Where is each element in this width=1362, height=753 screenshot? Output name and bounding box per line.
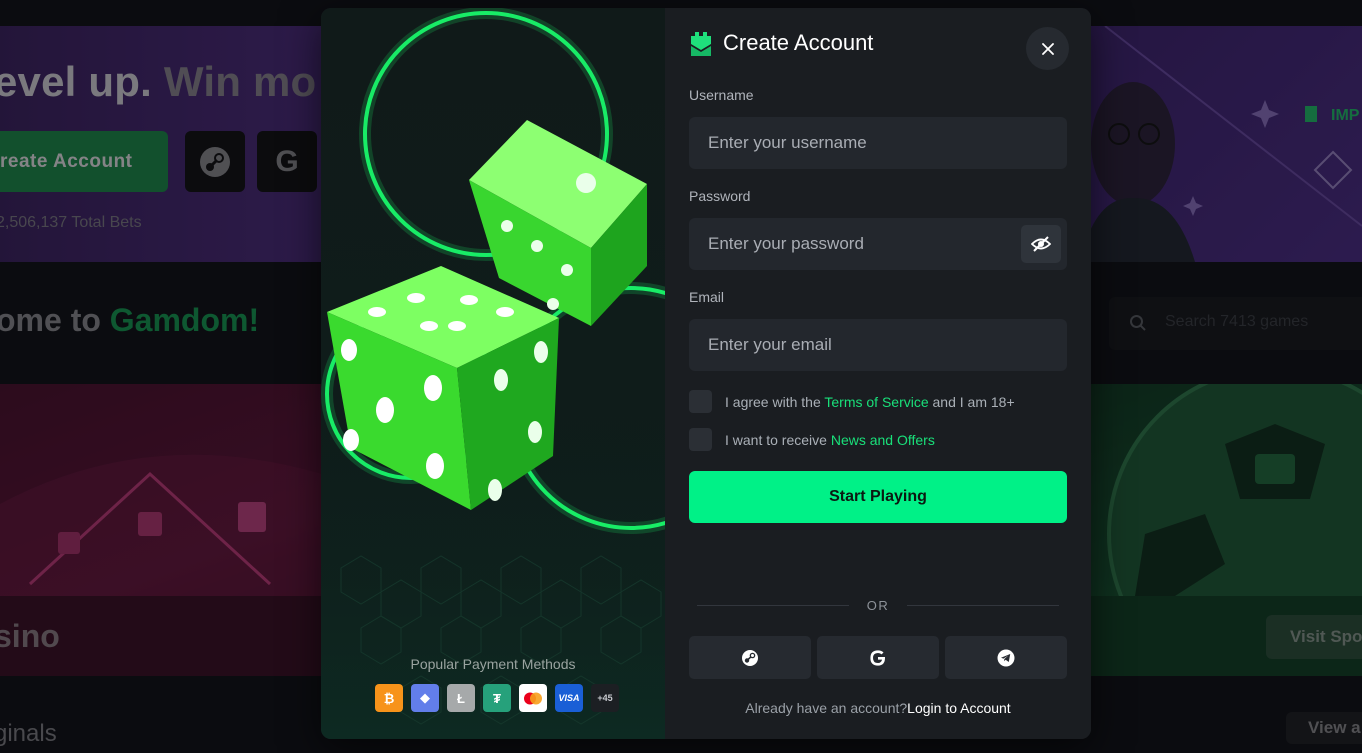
news-prefix: I want to receive xyxy=(725,431,827,448)
create-account-modal: Popular Payment Methods ₿ ◆ Ł ₮ VISA +45 Crea… xyxy=(321,8,1091,739)
google-login-button[interactable] xyxy=(817,636,939,679)
dice-illustration xyxy=(321,8,665,739)
close-icon xyxy=(1041,42,1054,55)
eye-slash-icon xyxy=(1031,236,1051,252)
telegram-login-button[interactable] xyxy=(945,636,1067,679)
divider-line-left xyxy=(697,605,849,606)
terms-prefix: I agree with the xyxy=(725,393,821,410)
signup-form: Create Account Username Password xyxy=(665,8,1091,739)
mastercard-payment-icon xyxy=(519,684,547,712)
username-input[interactable] xyxy=(689,117,1067,169)
username-label: Username xyxy=(689,87,754,103)
toggle-password-visibility-button[interactable] xyxy=(1021,225,1061,263)
news-checkbox[interactable] xyxy=(689,428,712,451)
news-text: I want to receive News and Offers xyxy=(725,432,935,448)
payment-methods-row: ₿ ◆ Ł ₮ VISA +45 xyxy=(375,684,619,712)
terms-checkbox[interactable] xyxy=(689,390,712,413)
password-field-wrapper xyxy=(689,218,1067,270)
terms-of-service-link[interactable]: Terms of Service xyxy=(824,394,928,410)
divider-line-right xyxy=(907,605,1059,606)
login-prompt: Already have an account?Login to Account xyxy=(665,700,1091,716)
email-field-wrapper xyxy=(689,319,1067,371)
modal-title: Create Account xyxy=(723,30,874,55)
gamdom-logo-icon xyxy=(691,32,711,56)
password-label: Password xyxy=(689,188,751,204)
or-divider: OR xyxy=(697,598,1059,613)
promo-art-panel: Popular Payment Methods ₿ ◆ Ł ₮ VISA +45 xyxy=(321,8,665,739)
litecoin-payment-icon: Ł xyxy=(447,684,475,712)
ethereum-payment-icon: ◆ xyxy=(411,684,439,712)
email-input[interactable] xyxy=(689,319,1067,371)
steam-login-button[interactable] xyxy=(689,636,811,679)
terms-text: I agree with the Terms of Service and I … xyxy=(725,394,1015,410)
news-row: I want to receive News and Offers xyxy=(689,428,935,451)
or-label: OR xyxy=(866,598,890,613)
tether-payment-icon: ₮ xyxy=(483,684,511,712)
start-playing-button[interactable]: Start Playing xyxy=(689,471,1067,523)
google-icon xyxy=(870,649,886,666)
payment-methods-title: Popular Payment Methods xyxy=(410,656,576,672)
terms-row: I agree with the Terms of Service and I … xyxy=(689,390,1015,413)
username-field-wrapper xyxy=(689,117,1067,169)
already-have-account-text: Already have an account? xyxy=(745,700,908,716)
visa-payment-icon: VISA xyxy=(555,684,583,712)
close-button[interactable] xyxy=(1026,27,1069,70)
steam-icon xyxy=(742,649,758,666)
news-and-offers-link[interactable]: News and Offers xyxy=(831,432,935,448)
terms-suffix: and I am 18+ xyxy=(932,393,1015,410)
password-input[interactable] xyxy=(689,218,1067,270)
email-label: Email xyxy=(689,289,725,305)
more-payment-methods-badge: +45 xyxy=(591,684,619,712)
telegram-icon xyxy=(997,649,1015,666)
login-to-account-link[interactable]: Login to Account xyxy=(907,700,1011,716)
bitcoin-payment-icon: ₿ xyxy=(375,684,403,712)
